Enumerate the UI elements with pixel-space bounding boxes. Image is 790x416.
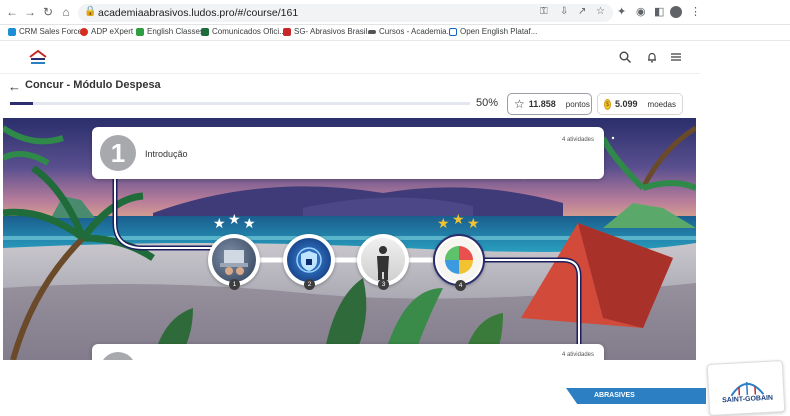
share-icon[interactable]: ↗	[578, 6, 586, 17]
coins-pill[interactable]: $ 5.099 moedas	[597, 93, 683, 115]
download-icon[interactable]: ⇩	[560, 6, 568, 17]
app-header	[0, 42, 700, 74]
extensions-icon[interactable]: ✦	[617, 5, 626, 18]
activity-number-badge: 3	[378, 279, 389, 290]
bookmark-comunicados[interactable]: Comunicados Ofici...	[201, 27, 286, 36]
lock-icon: 🔒	[84, 6, 96, 17]
points-value: 11.858	[529, 99, 556, 109]
academia-logo[interactable]	[26, 45, 50, 69]
laptop-hands-image	[212, 238, 256, 282]
star-icon: ★	[228, 212, 241, 226]
activity-node-1[interactable]: 1	[208, 234, 260, 286]
module-activities-count: 4 atividades	[562, 137, 594, 143]
profile-avatar-icon[interactable]	[670, 6, 682, 18]
activity-number-badge: 2	[304, 279, 315, 290]
media-icon[interactable]: ◉	[636, 5, 646, 18]
sg-logo-icon	[283, 28, 291, 36]
back-arrow-icon[interactable]: ←	[4, 4, 20, 20]
course-icon	[368, 30, 376, 34]
course-progress-fill	[10, 102, 33, 105]
module-title: Introdução	[145, 149, 188, 159]
bell-icon[interactable]	[646, 51, 658, 66]
bookmark-crm-sales-force[interactable]: CRM Sales Force	[8, 27, 82, 36]
course-progress-bar	[10, 102, 470, 105]
browser-menu-icon[interactable]: ⋮	[690, 5, 701, 18]
cloud-icon	[8, 28, 16, 36]
browser-toolbar: ← → ↻ ⌂ 🔒 academiaabrasivos.ludos.pro/#/…	[0, 0, 790, 25]
star-icon: ★	[243, 216, 256, 230]
url-text: academiaabrasivos.ludos.pro/#/course/161	[98, 7, 298, 19]
bookmark-cursos-academia[interactable]: Cursos - Academia...	[368, 27, 453, 36]
page-footer	[0, 360, 790, 415]
saint-gobain-logo: SAINT-GOBAIN	[707, 360, 786, 416]
activity-node-4[interactable]: 4	[433, 234, 485, 286]
coins-value: 5.099	[615, 99, 638, 109]
key-icon[interactable]: ⚿	[540, 6, 548, 17]
address-bar[interactable]: 🔒 academiaabrasivos.ludos.pro/#/course/1…	[78, 4, 613, 22]
activity-node-2[interactable]: 2	[283, 234, 335, 286]
progress-percent: 50%	[476, 97, 498, 109]
course-map: 1 Introdução 4 atividades ★ ★ ★ ★ ★ ★ 1 …	[3, 118, 696, 360]
module-number-badge: 1	[100, 135, 136, 171]
bookmark-open-english[interactable]: Open English Plataf...	[449, 27, 537, 36]
points-label: pontos	[566, 100, 590, 109]
page-icon	[449, 28, 457, 36]
bookmarks-bar: CRM Sales Force ADP eXpert English Class…	[0, 25, 790, 41]
star-icon: ★	[437, 216, 450, 230]
star-icon: ★	[452, 212, 465, 226]
star-icon: ★	[467, 216, 480, 230]
activity-node-3[interactable]: 3	[357, 234, 409, 286]
adp-icon	[80, 28, 88, 36]
module-card-1[interactable]: 1 Introdução 4 atividades	[92, 127, 604, 179]
activity-number-badge: 1	[229, 279, 240, 290]
folder-icon	[136, 28, 144, 36]
bookmark-english-classes[interactable]: English Classes	[136, 27, 204, 36]
businessman-image	[361, 238, 405, 282]
colorful-chart-image	[437, 238, 481, 282]
star-icon: ★	[213, 216, 226, 230]
security-shield-image	[287, 238, 331, 282]
search-icon[interactable]	[619, 51, 631, 66]
course-title: Concur - Módulo Despesa	[25, 79, 161, 91]
bookmark-adp-expert[interactable]: ADP eXpert	[80, 27, 133, 36]
coins-label: moedas	[648, 100, 676, 109]
coin-icon: $	[604, 99, 611, 110]
back-arrow-icon[interactable]: ←	[8, 79, 21, 94]
star-outline-icon: ☆	[514, 97, 525, 111]
side-panel-icon[interactable]: ◧	[654, 5, 664, 18]
bookmark-sg-abrasivos[interactable]: SG- Abrasivos Brasil...	[283, 27, 374, 36]
module-card-2[interactable]: 2 4 atividades	[92, 344, 604, 360]
abrasives-ribbon: ABRASIVES	[566, 388, 706, 404]
document-icon	[201, 28, 209, 36]
points-pill[interactable]: ☆ 11.858 pontos	[507, 93, 592, 115]
hamburger-menu-icon[interactable]	[670, 51, 682, 66]
module-number-badge: 2	[100, 352, 136, 360]
home-icon[interactable]: ⌂	[58, 4, 74, 20]
bookmark-star-icon[interactable]: ☆	[596, 6, 605, 17]
forward-arrow-icon[interactable]: →	[22, 4, 38, 20]
activity-number-badge: 4	[455, 280, 466, 291]
module-activities-count: 4 atividades	[562, 352, 594, 358]
reload-icon[interactable]: ↻	[40, 4, 56, 20]
